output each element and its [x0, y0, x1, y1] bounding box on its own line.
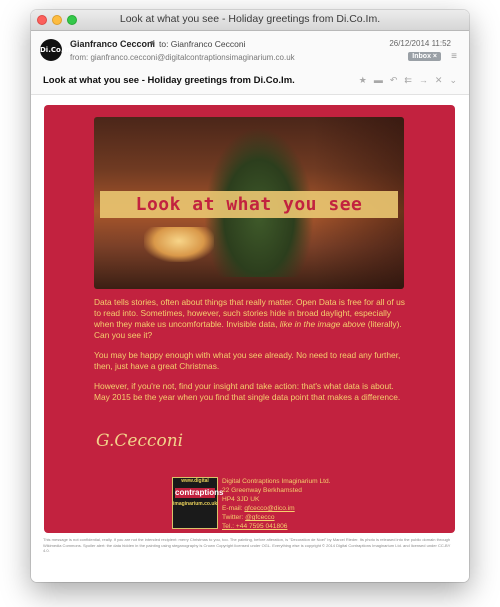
more-icon[interactable]: ⌄ [449, 75, 457, 86]
greeting-card: Look at what you see Data tells stories,… [44, 105, 455, 533]
lamp-glow [144, 227, 214, 262]
paragraph-1: Data tells stories, often about things t… [94, 297, 406, 341]
reply-icon[interactable]: ↶ [390, 75, 398, 86]
delete-icon[interactable]: ✕ [435, 75, 443, 86]
close-window-button[interactable] [37, 15, 47, 25]
recipient: to: Gianfranco Cecconi [159, 39, 246, 49]
chevron-down-icon[interactable]: ▼ [149, 40, 156, 47]
banner: Look at what you see [100, 191, 398, 218]
reply-all-icon[interactable]: ⇇ [404, 75, 412, 86]
window-title: Look at what you see - Holiday greetings… [119, 13, 381, 25]
logo-text-top: www.digital [181, 478, 209, 484]
company-logo: www.digital contraptions imaginarium.co.… [172, 477, 224, 529]
paragraph-2: You may be happy enough with what you se… [94, 350, 401, 371]
minimize-window-button[interactable] [52, 15, 62, 25]
paragraph-1-emphasis: like in the image above [279, 319, 366, 329]
email-link[interactable]: gfcecco@dico.im [244, 505, 294, 512]
paragraph-3: However, if you're not, find your insigh… [94, 381, 401, 402]
comment-icon[interactable]: ▬ [374, 75, 383, 86]
mail-window: Look at what you see - Holiday greetings… [31, 10, 469, 582]
menu-icon[interactable]: ≡ [451, 51, 457, 62]
zoom-window-button[interactable] [67, 15, 77, 25]
avatar: Di.Co.Im. [40, 39, 76, 61]
twitter-link[interactable]: @gfcecco [245, 514, 274, 521]
email-label: E-mail: [222, 505, 245, 512]
star-icon[interactable]: ★ [359, 75, 367, 86]
painting-image: Look at what you see [94, 117, 404, 289]
message-body: Look at what you see Data tells stories,… [31, 95, 469, 561]
sender-name[interactable]: Gianfranco Cecconi [70, 39, 155, 49]
message-header: Di.Co.Im. Gianfranco Cecconi ▼ to: Gianf… [31, 31, 469, 95]
footnote: This message is not confidential, really… [43, 537, 451, 553]
signature: G.Cecconi [96, 431, 184, 451]
title-bar: Look at what you see - Holiday greetings… [31, 10, 469, 31]
inbox-label-badge[interactable]: Inbox × [408, 52, 441, 61]
address-line-1: 22 Greenway Berkhamsted [222, 487, 302, 494]
message-date: 26/12/2014 11:52 [389, 39, 451, 48]
banner-title: Look at what you see [135, 194, 363, 215]
message-actions: ★ ▬ ↶ ⇇ → ✕ ⌄ [359, 75, 457, 86]
logo-text-bottom: imaginarium.co.uk [173, 501, 218, 507]
address-line-2: HP4 3JD UK [222, 496, 260, 503]
company-name: Digital Contraptions Imaginarium Ltd. [222, 478, 331, 485]
email-text: Data tells stories, often about things t… [94, 297, 406, 412]
forward-icon[interactable]: → [419, 75, 428, 86]
message-subject: Look at what you see - Holiday greetings… [43, 75, 295, 86]
twitter-label: Twitter: [222, 514, 246, 521]
sender-address: from: gianfranco.cecconi@digitalcontrapt… [70, 53, 295, 62]
phone-link[interactable]: Tel.: +44 7595 041806 [222, 522, 330, 531]
twitter-line: Twitter: @gfcecco [222, 513, 330, 522]
contact-block: Digital Contraptions Imaginarium Ltd. 22… [222, 477, 330, 531]
email-line: E-mail: gfcecco@dico.im [222, 504, 330, 513]
logo-text-main: contraptions [175, 488, 224, 498]
